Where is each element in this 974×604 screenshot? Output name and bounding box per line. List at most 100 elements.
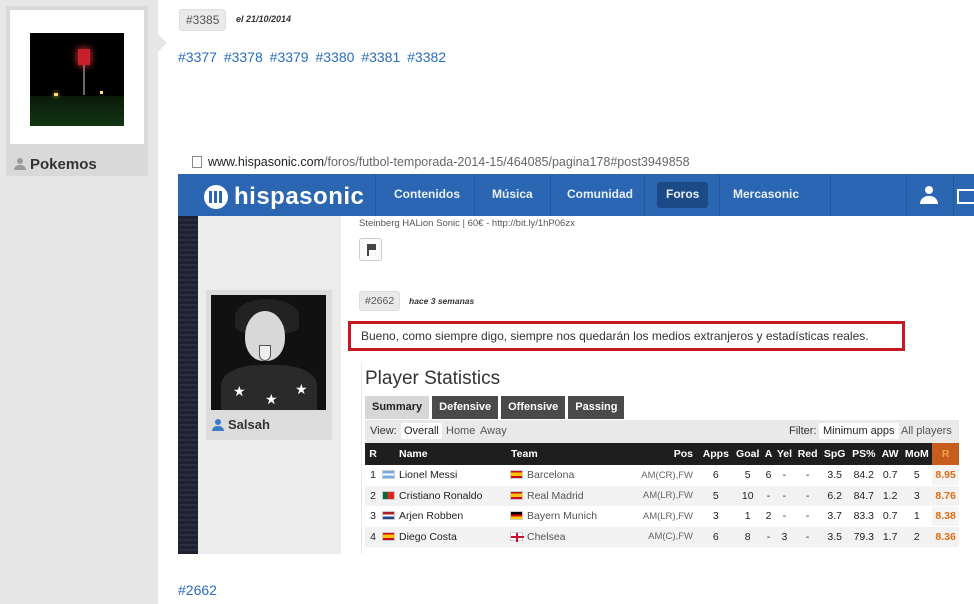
user-card: Pokemos [6, 6, 148, 176]
view-label: View: [370, 425, 397, 437]
col-team[interactable]: Team [509, 443, 619, 465]
team-name[interactable]: Chelsea [527, 531, 566, 543]
col-yellow[interactable]: Yel [774, 443, 795, 465]
table-row[interactable]: 4 Diego Costa Chelsea AM(C),FW 6 8-3-3.5 79.3 1… [365, 526, 959, 548]
red-cell: - [794, 465, 821, 486]
player-name-cell: Arjen Robben [381, 506, 509, 527]
view-away[interactable]: Away [477, 423, 510, 439]
ref-link[interactable]: #3377 [178, 49, 217, 65]
yellow-cell: - [774, 506, 795, 527]
team-name[interactable]: Barcelona [527, 469, 574, 481]
player-name[interactable]: Cristiano Ronaldo [399, 490, 482, 502]
site-logo[interactable]: hispasonic [204, 183, 364, 211]
player-name[interactable]: Lionel Messi [399, 469, 457, 481]
team-name[interactable]: Bayern Munich [527, 510, 597, 522]
url-bar: www.hispasonic.com/foros/futbol-temporad… [178, 150, 974, 174]
col-pos[interactable]: Pos [619, 443, 699, 465]
mail-icon[interactable] [953, 174, 974, 216]
player-name-cell: Lionel Messi [381, 465, 509, 486]
post-number[interactable]: #3385 [179, 9, 227, 31]
goals-cell: 1 [732, 506, 763, 527]
spg-cell: 6.2 [820, 485, 849, 507]
tab-offensive[interactable]: Offensive [501, 396, 566, 419]
nav-contenidos[interactable]: Contenidos [394, 187, 460, 201]
table-row[interactable]: 2 Cristiano Ronaldo Real Madrid AM(LR),FW 5 1… [365, 485, 959, 507]
red-cell: - [794, 485, 821, 507]
view-overall[interactable]: Overall [401, 423, 442, 439]
rating-cell: 8.36 [932, 526, 959, 548]
nav-comunidad[interactable]: Comunidad [567, 187, 633, 201]
ref-link[interactable]: #3382 [407, 49, 446, 65]
team-cell: Bayern Munich [509, 506, 619, 527]
tab-defensive[interactable]: Defensive [432, 396, 499, 419]
pass-pct-cell: 84.7 [848, 485, 879, 507]
ref-link[interactable]: #3381 [361, 49, 400, 65]
inner-post-date: hace 3 semanas [409, 296, 475, 306]
spg-cell: 3.5 [820, 526, 849, 548]
embedded-screenshot: www.hispasonic.com/foros/futbol-temporad… [178, 150, 974, 554]
inner-avatar[interactable]: ★ ★ ★ [211, 295, 326, 410]
tab-passing[interactable]: Passing [568, 396, 625, 419]
rating-cell: 8.76 [932, 485, 959, 507]
account-icon[interactable] [906, 174, 952, 216]
assists-cell: - [762, 485, 775, 507]
report-flag-button[interactable] [359, 238, 382, 261]
ref-link[interactable]: #3379 [270, 49, 309, 65]
ref-link[interactable]: #3378 [224, 49, 263, 65]
bottom-ref-link[interactable]: #2662 [178, 582, 217, 598]
hispasonic-logo-icon [204, 185, 228, 209]
pass-pct-cell: 79.3 [848, 526, 879, 548]
user-icon [14, 158, 26, 170]
tab-summary[interactable]: Summary [365, 396, 430, 419]
player-name[interactable]: Diego Costa [399, 531, 457, 543]
col-aerials[interactable]: AW [878, 443, 902, 465]
nav-foros[interactable]: Foros [666, 187, 699, 201]
col-assists[interactable]: A [762, 443, 775, 465]
apps-cell: 6 [699, 465, 733, 486]
flag-icon [382, 511, 395, 521]
nav-musica[interactable]: Música [492, 187, 533, 201]
inner-post-number[interactable]: #2662 [359, 291, 401, 311]
player-name[interactable]: Arjen Robben [399, 510, 463, 522]
username[interactable]: Pokemos [30, 156, 97, 173]
team-name[interactable]: Real Madrid [527, 490, 584, 502]
avatar[interactable] [30, 33, 124, 126]
team-cell: Barcelona [509, 465, 619, 486]
col-goal[interactable]: Goal [732, 443, 763, 465]
view-home[interactable]: Home [443, 423, 478, 439]
spg-cell: 3.5 [820, 465, 849, 486]
col-mom[interactable]: MoM [901, 443, 933, 465]
col-rank[interactable]: R [365, 443, 381, 465]
table-row[interactable]: 1 Lionel Messi Barcelona AM(CR),FW 6 5 6- -3.5 8… [365, 465, 959, 486]
col-apps[interactable]: Apps [699, 443, 733, 465]
filter-all-players[interactable]: All players [897, 423, 956, 439]
position-cell: AM(C),FW [619, 526, 699, 548]
col-name[interactable]: Name [381, 443, 509, 465]
col-red[interactable]: Red [794, 443, 821, 465]
flag-icon [382, 531, 395, 541]
inner-username[interactable]: Salsah [228, 417, 270, 432]
table-row[interactable]: 3 Arjen Robben Bayern Munich AM(LR),FW 3 1 2- -… [365, 506, 959, 527]
mom-cell: 2 [901, 526, 933, 548]
rank-cell: 4 [365, 526, 381, 548]
aerials-cell: 1.7 [878, 526, 902, 548]
pass-pct-cell: 83.3 [848, 506, 879, 527]
nav-mercasonic[interactable]: Mercasonic [733, 187, 799, 201]
stats-tabs: Summary Defensive Offensive Passing [365, 396, 625, 419]
url-text: www.hispasonic.com/foros/futbol-temporad… [208, 155, 690, 169]
mom-cell: 1 [901, 506, 933, 527]
filter-minimum-apps[interactable]: Minimum apps [819, 423, 899, 439]
goals-cell: 8 [732, 526, 763, 548]
aerials-cell: 0.7 [878, 506, 902, 527]
post-date: el 21/10/2014 [236, 14, 292, 24]
col-pass-pct[interactable]: PS% [848, 443, 879, 465]
filter-label: Filter: [789, 425, 817, 437]
col-spg[interactable]: SpG [820, 443, 849, 465]
col-rating[interactable]: R [932, 443, 959, 465]
flag-icon [382, 470, 395, 479]
flag-icon [510, 511, 523, 521]
mom-cell: 5 [901, 465, 933, 486]
ref-link[interactable]: #3380 [315, 49, 354, 65]
user-icon [212, 418, 224, 431]
flag-icon [510, 490, 523, 500]
